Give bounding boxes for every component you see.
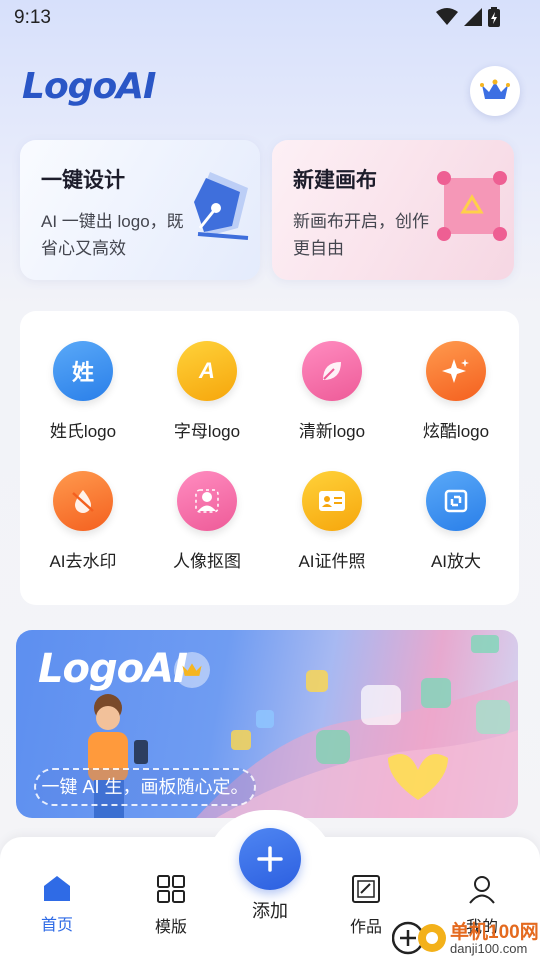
crown-icon bbox=[480, 79, 510, 99]
works-icon bbox=[352, 875, 380, 903]
status-bar: 9:13 bbox=[0, 0, 540, 36]
tool-surname-logo[interactable]: 姓 姓氏logo bbox=[28, 341, 138, 442]
battery-icon bbox=[488, 7, 500, 27]
tool-label: AI放大 bbox=[430, 552, 482, 571]
card-desc: AI 一键出 logo，既省心又高效 bbox=[41, 212, 184, 258]
portrait-cutout-icon bbox=[177, 471, 237, 531]
tool-ai-id-photo[interactable]: AI证件照 bbox=[277, 471, 387, 572]
add-button[interactable] bbox=[239, 828, 301, 890]
letter-glyph: A bbox=[199, 358, 215, 383]
id-photo-icon bbox=[302, 471, 362, 531]
watermark-logo-icon bbox=[392, 921, 446, 955]
templates-icon bbox=[157, 875, 185, 903]
status-icons bbox=[436, 7, 500, 27]
tool-label: 清新logo bbox=[298, 422, 366, 441]
banner-logo: LogoAI bbox=[38, 646, 188, 692]
banner-crown-icon bbox=[174, 652, 210, 688]
tool-cool-logo[interactable]: 炫酷logo bbox=[401, 341, 511, 442]
watermark-title: 单机100网 bbox=[450, 922, 539, 943]
home-icon bbox=[44, 876, 70, 901]
one-click-design-card[interactable]: 一键设计 AI 一键出 logo，既省心又高效 bbox=[20, 140, 260, 280]
tool-fresh-logo[interactable]: 清新logo bbox=[277, 341, 387, 442]
tool-ai-enlarge[interactable]: AI放大 bbox=[401, 471, 511, 572]
site-watermark: 单机100网 danji100.com bbox=[390, 916, 540, 960]
tool-label: 字母logo bbox=[173, 422, 241, 441]
surname-icon: 姓 bbox=[53, 341, 113, 401]
tool-letter-logo[interactable]: A 字母logo bbox=[152, 341, 262, 442]
letter-icon: A bbox=[177, 341, 237, 401]
tool-label: AI证件照 bbox=[298, 552, 366, 571]
app-logo: LogoAI bbox=[22, 66, 156, 107]
watermark-url: danji100.com bbox=[450, 941, 528, 956]
tool-label: 姓氏logo bbox=[49, 422, 117, 441]
surname-glyph: 姓 bbox=[71, 360, 94, 385]
nav-home[interactable]: 首页 bbox=[17, 874, 97, 935]
new-canvas-card[interactable]: 新建画布 新画布开启，创作更自由 bbox=[272, 140, 514, 280]
tool-label: 炫酷logo bbox=[422, 422, 490, 441]
tool-ai-remove-watermark[interactable]: AI去水印 bbox=[28, 471, 138, 572]
signal-icon bbox=[464, 8, 482, 26]
plus-icon bbox=[257, 846, 283, 872]
add-label: 添加 bbox=[252, 901, 288, 921]
tool-portrait-cutout[interactable]: 人像抠图 bbox=[152, 471, 262, 572]
nav-home-label: 首页 bbox=[40, 917, 73, 934]
watermark-remove-icon bbox=[53, 471, 113, 531]
canvas-frame-icon bbox=[437, 171, 507, 241]
card-desc: 新画布开启，创作更自由 bbox=[293, 212, 429, 258]
card-title: 一键设计 bbox=[41, 169, 125, 192]
status-time: 9:13 bbox=[14, 7, 51, 28]
sparkle-icon bbox=[426, 341, 486, 401]
nav-templates-label: 模版 bbox=[154, 919, 187, 936]
profile-icon bbox=[469, 876, 495, 904]
wifi-icon bbox=[436, 8, 458, 25]
vip-button[interactable] bbox=[470, 66, 520, 116]
tools-panel: 姓 姓氏logo A 字母logo 清新logo 炫酷logo AI去水印 人像… bbox=[20, 311, 519, 605]
leaf-icon bbox=[302, 341, 362, 401]
card-title: 新建画布 bbox=[293, 169, 377, 192]
tool-label: 人像抠图 bbox=[173, 552, 241, 571]
tool-label: AI去水印 bbox=[49, 552, 117, 571]
pen-nib-icon bbox=[194, 172, 249, 240]
promo-banner[interactable]: LogoAI 一键 AI 生，画板随心定。 bbox=[16, 630, 518, 818]
nav-templates[interactable]: 模版 bbox=[131, 874, 211, 937]
enlarge-icon bbox=[426, 471, 486, 531]
banner-slogan: 一键 AI 生，画板随心定。 bbox=[34, 768, 256, 806]
